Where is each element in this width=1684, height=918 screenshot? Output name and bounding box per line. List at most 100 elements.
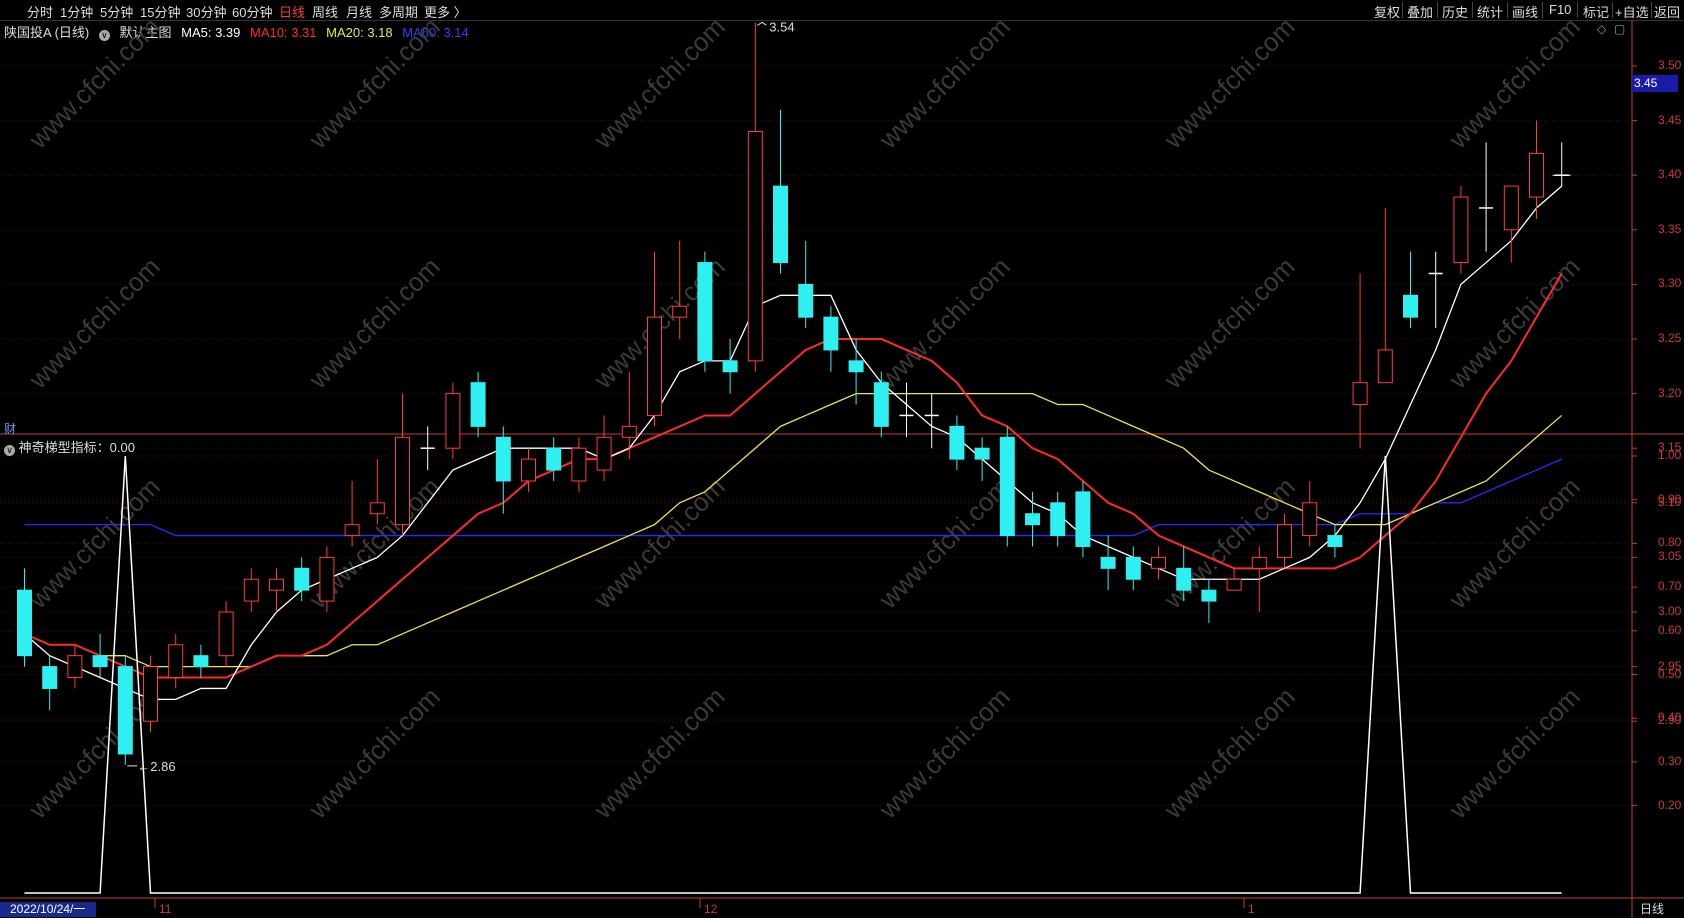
month-label-jan: 1 [1248,902,1255,916]
candle-body [168,644,184,679]
indicator-tick-label: 0.90 [1658,491,1682,506]
price-tick-label: 3.20 [1658,385,1682,400]
candle-body [697,262,713,362]
candle-body [92,655,108,668]
candle-body [1251,556,1267,569]
candle-body [369,502,385,515]
candle-body [773,185,788,264]
watermark-text: www.cfchi.com [1157,681,1300,824]
high-marker-arrow [757,21,767,26]
kline-chart[interactable]: www.cfchi.com www.cfchi.com www.cfchi.com w… [0,0,1684,918]
watermark-text: www.cfchi.com [1442,251,1585,394]
indicator-tick-label: 0.70 [1658,579,1682,594]
candle-body [647,316,662,416]
price-tick-label: 3.30 [1658,276,1682,291]
candle-body [596,436,612,471]
candle-body [319,556,335,602]
watermark-text: www.cfchi.com [872,11,1015,154]
candle-body [571,447,587,482]
ma10-line [24,272,1563,679]
candle-body [1302,502,1318,537]
watermark-text: www.cfchi.com [1157,11,1300,154]
candle-body [722,360,738,373]
bottom-tab-daily[interactable]: 日线 [1640,900,1664,917]
candle-body [1327,535,1343,547]
candle-body [1529,152,1544,198]
indicator-toggle-icon[interactable]: ∨ [4,445,15,456]
watermark-text: www.cfchi.com [1442,11,1585,154]
candle-body [294,567,310,591]
ma5-line [24,185,1563,701]
candle-body [823,316,839,351]
candle-body [117,666,133,755]
candle-body [1075,491,1091,547]
ma60-line [24,458,1562,537]
indicator-legend: ∨ 神奇梯型指标：0.00 [4,437,135,456]
candle-body [1050,502,1066,537]
watermark-text: www.cfchi.com [872,681,1015,824]
candle-body [67,655,83,679]
candle-body [218,611,234,657]
price-tick-label: 3.05 [1658,549,1682,564]
candle-body [621,425,637,438]
candle-body [949,425,965,460]
candle-body [672,305,688,318]
watermark-text: www.cfchi.com [872,251,1015,394]
indicator-tick-label: 1.00 [1658,448,1682,462]
candle-body [344,524,360,537]
finance-badge[interactable]: 财 [4,420,16,437]
ma20-line [24,392,1563,668]
watermark-text: www.cfchi.com [22,251,165,394]
candle-body [269,578,284,591]
indicator-label[interactable]: 神奇梯型指标：0.00 [19,440,135,455]
candle-body [1277,524,1292,558]
price-tick-label: 3.50 [1658,58,1682,72]
indicator-tick-label: 0.20 [1658,797,1682,812]
candle-body [243,578,259,602]
indicator-tick-label: 0.80 [1658,535,1682,550]
candle-body [1125,556,1141,580]
candle-body [1453,196,1469,264]
candle-body [193,655,209,668]
candle-body [1503,185,1519,231]
watermark-text: www.cfchi.com [1442,681,1585,824]
indicator-tick-label: 0.30 [1658,753,1682,768]
candle-body [521,458,536,482]
indicator-tick-label: 0.40 [1658,710,1682,725]
candle-body [873,382,889,427]
month-label-dec: 12 [704,902,718,916]
indicator-line [24,455,1562,894]
candle-body [546,447,562,471]
candle-body [470,382,486,427]
candle-body [1100,556,1116,569]
watermark-text: www.cfchi.com [1157,251,1300,394]
candle-body [42,666,58,689]
candle-body [445,393,461,449]
watermark-text: www.cfchi.com [302,251,445,394]
indicator-tick-label: 0.50 [1658,666,1682,681]
candle-body [1025,513,1040,526]
candle-body [1352,382,1368,406]
candle-body [495,436,511,482]
indicator-tick-label: 0.60 [1658,622,1682,637]
month-label-nov: 11 [159,902,172,916]
price-tick-label: 3.45 [1658,112,1682,127]
candle-body [1151,556,1166,569]
price-tick-label: 3.25 [1658,331,1682,345]
watermark-text: www.cfchi.com [22,11,165,154]
candle-body [1403,294,1418,318]
watermark-text: www.cfchi.com [872,471,1015,614]
candle-body [974,447,990,460]
price-tick-label: 3.00 [1658,604,1682,618]
candle-body [1377,349,1393,384]
candle-body [143,666,158,722]
candle-body [17,589,32,657]
watermark-text: www.cfchi.com [302,11,445,154]
candle-body [848,360,864,373]
high-price-label: 3.54 [769,19,794,34]
watermark-text: www.cfchi.com [587,11,730,154]
candle-body [395,436,410,526]
watermark-text: www.cfchi.com [587,681,730,824]
candle-body [999,436,1015,537]
candle-body [1226,578,1242,591]
